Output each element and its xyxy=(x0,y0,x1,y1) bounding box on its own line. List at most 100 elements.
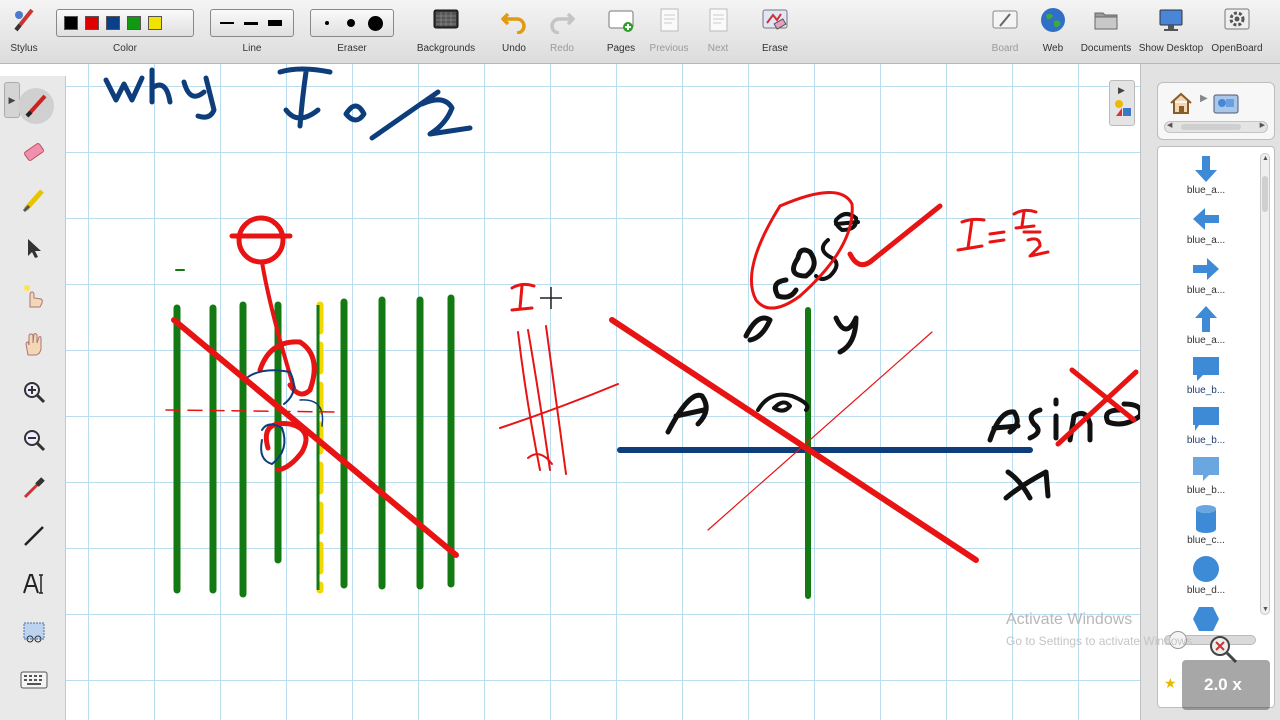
library-item[interactable]: blue_a... xyxy=(1158,203,1254,246)
board-label: Board xyxy=(991,43,1019,54)
erase-board-icon xyxy=(762,9,788,30)
library-item[interactable]: blue_b... xyxy=(1158,403,1254,446)
zoom-out-tool-button[interactable] xyxy=(18,424,50,456)
blue-arrow-left-icon xyxy=(1193,208,1219,230)
collapse-left-arrow-icon: ▶ xyxy=(1118,85,1125,95)
line-thick-option[interactable] xyxy=(266,13,284,33)
blue-arrow-up-icon xyxy=(1195,306,1217,332)
library-collapse-handle[interactable]: ▶ xyxy=(1109,80,1135,126)
zoom-in-tool-button[interactable] xyxy=(18,376,50,408)
color-red-swatch[interactable] xyxy=(85,16,99,30)
line-width-options xyxy=(210,9,294,37)
library-item-list: blue_a... blue_a... blue_a... blue_a... … xyxy=(1157,146,1275,708)
main-toolbar: Stylus Color Line Eraser Backgrounds Und… xyxy=(0,0,1280,64)
documents-button[interactable]: Documents xyxy=(1078,0,1134,64)
hand-icon xyxy=(25,333,42,356)
line-tool-button[interactable] xyxy=(18,520,50,552)
show-desktop-button[interactable]: Show Desktop xyxy=(1138,0,1204,64)
color-green-swatch[interactable] xyxy=(127,16,141,30)
previous-page-button[interactable]: Previous xyxy=(646,0,692,64)
backgrounds-button[interactable]: Backgrounds xyxy=(414,0,478,64)
whiteboard-canvas[interactable] xyxy=(66,64,1140,720)
board-button[interactable]: Board xyxy=(986,0,1024,64)
undo-label: Undo xyxy=(502,43,526,54)
board-icon xyxy=(992,10,1018,29)
library-item[interactable]: blue_a... xyxy=(1158,153,1254,196)
next-label: Next xyxy=(707,43,729,54)
shapes-folder-icon[interactable] xyxy=(1212,89,1240,115)
pipette-tool-button[interactable] xyxy=(18,472,50,504)
eraser-large-option[interactable] xyxy=(366,13,384,33)
eraser-label: Eraser xyxy=(337,43,367,54)
text-tool-icon xyxy=(23,574,43,594)
line-label: Line xyxy=(242,43,262,54)
scroll-thumb[interactable] xyxy=(1181,124,1241,130)
undo-button[interactable]: Undo xyxy=(494,0,534,64)
laser-pointer-tool-button[interactable] xyxy=(18,280,50,312)
openboard-label: OpenBoard xyxy=(1211,43,1263,54)
previous-page-icon xyxy=(660,8,679,32)
library-item[interactable]: blue_c... xyxy=(1158,503,1254,546)
library-item[interactable] xyxy=(1158,603,1254,635)
web-button[interactable]: Web xyxy=(1034,0,1072,64)
color-black-swatch[interactable] xyxy=(64,16,78,30)
hand-tool-button[interactable] xyxy=(18,328,50,360)
virtual-keyboard-button[interactable] xyxy=(18,664,50,696)
color-yellow-swatch[interactable] xyxy=(148,16,162,30)
palette-collapse-handle[interactable]: ▶ xyxy=(4,82,20,118)
redo-button[interactable]: Redo xyxy=(542,0,582,64)
stylus-button[interactable]: Stylus xyxy=(4,0,44,64)
blue-speech-bubble-icon xyxy=(1193,407,1219,431)
pen-tool-button[interactable] xyxy=(18,88,54,124)
favorite-star-icon[interactable]: ★ xyxy=(1164,675,1177,692)
laser-pointer-icon xyxy=(24,285,43,308)
library-item[interactable]: blue_d... xyxy=(1158,553,1254,596)
globe-icon xyxy=(1041,8,1065,32)
pages-button[interactable]: Pages xyxy=(600,0,642,64)
line-tool-icon xyxy=(24,526,44,546)
blue-hexagon-icon xyxy=(1193,607,1219,631)
line-medium-option[interactable] xyxy=(242,13,260,33)
library-item[interactable]: blue_a... xyxy=(1158,253,1254,296)
erase-button[interactable]: Erase xyxy=(754,0,796,64)
color-label: Color xyxy=(113,43,137,54)
web-label: Web xyxy=(1042,43,1064,54)
zoom-in-icon xyxy=(24,382,46,404)
undo-icon xyxy=(501,12,526,34)
marker-icon xyxy=(22,189,44,213)
library-panel: ▶ ▶ ◀ ▶ blue_a... blue_a... blue_a... bl… xyxy=(1109,64,1280,720)
library-scrollbar[interactable]: ▲ ▼ xyxy=(1260,153,1270,615)
gear-icon xyxy=(1224,8,1250,30)
color-blue-swatch[interactable] xyxy=(106,16,120,30)
line-thin-option[interactable] xyxy=(218,13,236,33)
backgrounds-label: Backgrounds xyxy=(416,43,476,54)
blue-disc-icon xyxy=(1193,556,1219,582)
next-page-button[interactable]: Next xyxy=(698,0,738,64)
blue-speech-bubble-icon xyxy=(1193,457,1219,481)
openboard-menu-button[interactable]: OpenBoard xyxy=(1208,0,1266,64)
erase-label: Erase xyxy=(761,43,789,54)
capture-tool-button[interactable] xyxy=(18,616,50,648)
redo-label: Redo xyxy=(550,43,574,54)
eraser-tool-button[interactable] xyxy=(18,136,50,168)
library-item[interactable]: blue_a... xyxy=(1158,303,1254,346)
eraser-size-options xyxy=(310,9,394,37)
text-tool-button[interactable] xyxy=(18,568,50,600)
eraser-medium-option[interactable] xyxy=(342,13,360,33)
library-item[interactable]: blue_b... xyxy=(1158,353,1254,396)
scroll-left-icon: ◀ xyxy=(1167,122,1173,129)
library-nav-scrollbar[interactable]: ◀ ▶ xyxy=(1164,121,1268,133)
add-page-icon xyxy=(608,10,634,32)
library-scroll-thumb[interactable] xyxy=(1262,176,1268,212)
selector-tool-button[interactable] xyxy=(18,232,50,264)
eraser-small-option[interactable] xyxy=(318,13,336,33)
stylus-label: Stylus xyxy=(10,43,38,54)
home-icon[interactable] xyxy=(1168,91,1194,115)
stylus-icon xyxy=(14,8,34,32)
collapse-arrow-icon: ▶ xyxy=(8,94,16,105)
library-item[interactable]: blue_b... xyxy=(1158,453,1254,496)
marker-tool-button[interactable] xyxy=(18,184,50,216)
library-navigation: ▶ ◀ ▶ xyxy=(1157,82,1275,140)
backgrounds-icon xyxy=(433,9,459,29)
keyboard-icon xyxy=(20,671,48,689)
